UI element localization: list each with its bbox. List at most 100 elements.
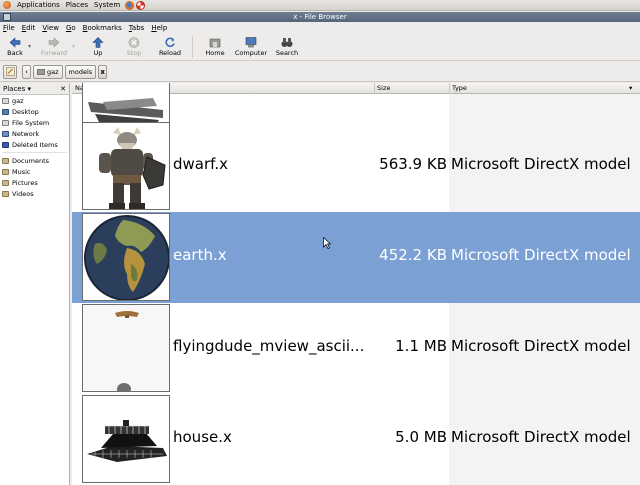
file-size: 452.2 KB [379,246,447,264]
sidebar-item-videos[interactable]: Videos [0,188,69,199]
sidebar-item-label: Videos [12,189,34,198]
menubar: File Edit View Go Bookmarks Tabs Help [0,22,640,34]
applications-menu[interactable]: Applications [14,0,63,11]
stop-button[interactable]: Stop [116,34,152,57]
sidebar-item-network[interactable]: Network [0,128,69,139]
top-panel: Applications Places System [0,0,640,11]
window-menu-icon[interactable] [3,13,11,21]
sidebar-item-label: File System [12,118,50,127]
forward-button[interactable]: Forward [36,34,72,57]
sidebar-item-label: Documents [12,156,50,165]
column-divider[interactable] [374,83,375,94]
reload-button[interactable]: Reload [152,34,188,57]
file-size: 563.9 KB [379,155,447,173]
sidebar-item-label: Desktop [12,107,39,116]
sidebar-item-deleted-items[interactable]: Deleted Items [0,139,69,150]
file-name: dwarf.x [173,155,228,173]
back-label: Back [7,49,23,57]
system-menu[interactable]: System [91,0,123,11]
sidebar-item-file-system[interactable]: File System [0,117,69,128]
file-thumbnail-dwarf [82,122,170,210]
stop-label: Stop [126,49,142,57]
menu-tabs[interactable]: Tabs [129,24,145,32]
folder-icon [2,157,9,164]
stop-icon [128,37,140,48]
desktop-icon [2,108,9,115]
sidebar-header-label: Places [3,84,26,93]
toggle-location-entry-button[interactable] [3,64,17,79]
table-row[interactable]: dwarf.x 563.9 KB Microsoft DirectX model [72,121,640,212]
sidebar-item-music[interactable]: Music [0,166,69,177]
computer-button[interactable]: Computer [233,34,269,57]
table-row[interactable]: flyingdude_mview_ascii... 1.1 MB Microso… [72,303,640,394]
sidebar-item-documents[interactable]: Documents [0,155,69,166]
file-type: Microsoft DirectX model [451,428,631,446]
computer-icon [245,37,257,48]
sidebar-item-gaz[interactable]: gaz [0,95,69,106]
file-thumbnail-flyingdude [82,304,170,392]
column-header-type[interactable]: Type [452,84,467,92]
pencil-notepad-icon [5,67,15,76]
window-titlebar[interactable]: x - File Browser [0,12,640,22]
forward-history-dropdown[interactable]: ▾ [72,34,80,50]
sidebar-item-label: Music [12,167,31,176]
home-button[interactable]: Home [197,34,233,57]
help-launcher-icon[interactable] [136,0,146,10]
chevron-down-icon: ▾ [28,43,32,50]
up-label: Up [93,49,103,57]
sidebar-item-desktop[interactable]: Desktop [0,106,69,117]
drive-icon [2,119,9,126]
chevron-down-icon: ▾ [72,43,76,50]
binoculars-icon [281,37,293,48]
folder-icon [2,168,9,175]
breadcrumb-models[interactable]: models [64,64,97,79]
arrow-left-icon [9,37,21,48]
column-divider[interactable] [449,83,450,94]
column-header-size[interactable]: Size [377,84,390,92]
back-button[interactable]: Back [2,34,28,57]
table-row[interactable]: house.x 5.0 MB Microsoft DirectX model [72,394,640,485]
sidebar-pane-selector[interactable]: Places ▾ [3,85,31,93]
menu-edit[interactable]: Edit [22,24,36,32]
forward-label: Forward [40,49,68,57]
places-menu[interactable]: Places [63,0,91,11]
breadcrumb-label: gaz [47,67,59,76]
back-history-dropdown[interactable]: ▾ [28,34,36,50]
search-label: Search [275,49,299,57]
home-folder-icon [2,97,9,104]
menu-go[interactable]: Go [66,24,76,32]
sidebar-item-label: Deleted Items [12,140,58,149]
table-row-selected[interactable]: earth.x 452.2 KB Microsoft DirectX model [72,212,640,303]
gnome-foot-icon[interactable] [3,1,11,9]
search-button[interactable]: Search [269,34,305,57]
file-size: 5.0 MB [395,428,447,446]
file-list-view[interactable]: Name Size Type ▾ [72,83,640,485]
path-scroll-left-button[interactable]: ‹ [22,64,31,79]
file-thumbnail-earth [82,213,170,301]
toolbar: Back ▾ Forward ▾ Up Stop Reload Home Com… [0,34,640,61]
sidebar-item-pictures[interactable]: Pictures [0,177,69,188]
chevron-left-icon: ‹ [25,67,28,76]
window-title: x - File Browser [293,13,347,21]
close-icon[interactable]: ✕ [60,85,66,93]
breadcrumb-gaz[interactable]: gaz [33,64,63,79]
chevron-down-icon[interactable]: ▾ [629,84,632,92]
menu-view[interactable]: View [42,24,59,32]
menu-help[interactable]: Help [151,24,167,32]
menu-file[interactable]: File [3,24,15,32]
sidebar-divider [2,150,67,153]
breadcrumb-label: models [68,67,93,76]
home-folder-icon [209,37,221,48]
breadcrumb-label: x [100,67,105,76]
file-name: flyingdude_mview_ascii... [173,337,365,355]
network-icon [2,130,9,137]
breadcrumb-x[interactable]: x [98,64,108,79]
sidebar-header: Places ▾ ✕ [0,83,69,95]
file-thumbnail-house [82,395,170,483]
firefox-launcher-icon[interactable] [125,0,135,10]
trash-icon [2,141,9,148]
menu-bookmarks[interactable]: Bookmarks [83,24,122,32]
up-button[interactable]: Up [80,34,116,57]
toolbar-separator [192,36,193,58]
sidebar-item-label: gaz [12,96,24,105]
